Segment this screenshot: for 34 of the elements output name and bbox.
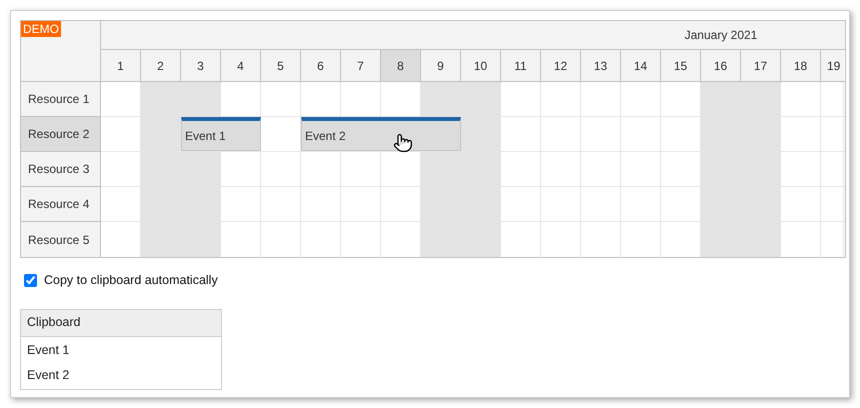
day-header[interactable]: 5 (261, 50, 301, 81)
day-header[interactable]: 19 (821, 50, 844, 81)
day-header[interactable]: 3 (181, 50, 221, 81)
clipboard-item: Event 2 (26, 366, 70, 384)
day-header[interactable]: 14 (621, 50, 661, 81)
day-header[interactable]: 6 (301, 50, 341, 81)
day-header[interactable]: 7 (341, 50, 381, 81)
day-header[interactable]: 8 (381, 50, 421, 81)
clipboard-item: Event 1 (26, 342, 70, 359)
hand-pointer-icon (393, 133, 413, 153)
day-header[interactable]: 12 (541, 50, 581, 81)
auto-copy-checkbox[interactable] (24, 274, 37, 287)
day-header[interactable]: 10 (461, 50, 501, 81)
day-header[interactable]: 4 (221, 50, 261, 81)
resource-header[interactable]: Resource 4 (21, 187, 100, 222)
resource-header[interactable]: Resource 1 (21, 82, 100, 117)
day-header[interactable]: 17 (741, 50, 781, 81)
day-header[interactable]: 2 (141, 50, 181, 81)
day-header[interactable]: 11 (501, 50, 541, 81)
day-header[interactable]: 16 (701, 50, 741, 81)
resource-header[interactable]: Resource 3 (21, 152, 100, 187)
day-header[interactable]: 9 (421, 50, 461, 81)
resource-header[interactable]: Resource 2 (21, 117, 100, 152)
day-header[interactable]: 18 (781, 50, 821, 81)
event-bar[interactable]: Event 1 (181, 117, 261, 151)
day-header[interactable]: 1 (101, 50, 141, 81)
clipboard-header: Clipboard (21, 310, 221, 337)
resource-header[interactable]: Resource 5 (21, 222, 100, 257)
event-bar[interactable]: Event 2 (301, 117, 461, 151)
month-label: January 2021 (684, 27, 758, 44)
day-header[interactable]: 13 (581, 50, 621, 81)
checkbox-label: Copy to clipboard automatically (44, 272, 218, 289)
day-header[interactable]: 15 (661, 50, 701, 81)
demo-badge: DEMO (21, 21, 61, 37)
